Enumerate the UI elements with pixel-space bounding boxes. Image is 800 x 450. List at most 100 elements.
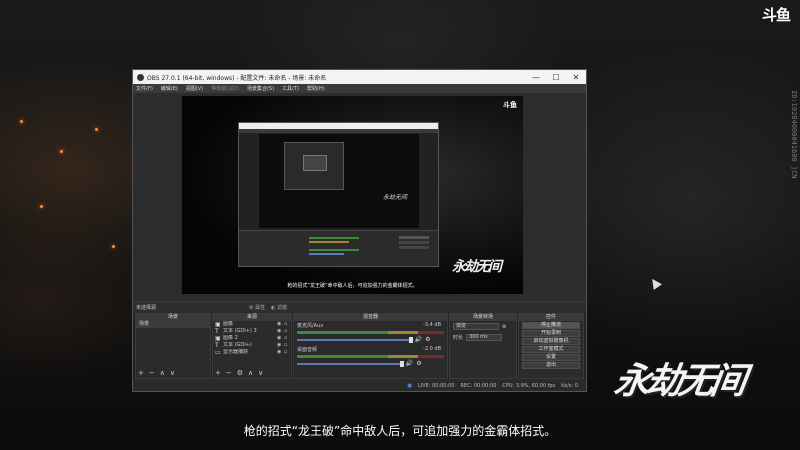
filters-button[interactable]: ◐ 滤镜 bbox=[271, 304, 287, 311]
source-item[interactable]: T 文本 (GDI+) ◉ ▫ bbox=[213, 342, 291, 349]
preview-subtitle: 枪的招式“龙王破”命中敌人后，可追加强力的金霸体招式。 bbox=[287, 283, 418, 289]
live-indicator: ■ bbox=[407, 383, 412, 389]
ember bbox=[112, 245, 115, 248]
menu-edit[interactable]: 编辑(E) bbox=[161, 85, 178, 92]
add-scene-button[interactable]: + bbox=[138, 369, 144, 377]
obs-window: OBS 27.0.1 (64-bit, windows) - 配置文件: 未命名… bbox=[132, 69, 587, 392]
speaker-icon[interactable]: 🔊 bbox=[415, 336, 422, 343]
eye-icon[interactable]: ◉ bbox=[277, 342, 284, 349]
scenes-dock: 场景 场景 + − ∧ ∨ bbox=[135, 313, 211, 379]
source-settings-button[interactable]: ⚙ bbox=[237, 369, 243, 377]
add-source-button[interactable]: + bbox=[215, 369, 221, 377]
room-id: ID:10284000041600 ]CN bbox=[790, 90, 798, 179]
douyu-watermark: 斗鱼 bbox=[761, 6, 791, 24]
scene-item[interactable]: 场景 bbox=[136, 321, 210, 328]
menu-file[interactable]: 文件(F) bbox=[136, 85, 153, 92]
gear-icon[interactable]: ⚙ bbox=[425, 336, 430, 343]
ember bbox=[40, 205, 43, 208]
obs-app-icon bbox=[137, 73, 144, 81]
preview-brand: 永劫无间 bbox=[452, 259, 502, 275]
remove-scene-button[interactable]: − bbox=[149, 369, 155, 377]
live-time: LIVE: 00:00:00 bbox=[417, 383, 455, 389]
gear-icon[interactable]: ⚙ bbox=[502, 324, 506, 330]
obs-titlebar[interactable]: OBS 27.0.1 (64-bit, windows) - 配置文件: 未命名… bbox=[133, 70, 586, 84]
rec-time: REC: 00:00:00 bbox=[460, 383, 497, 389]
controls-dock-title: 控件 bbox=[519, 314, 583, 321]
window-title: OBS 27.0.1 (64-bit, windows) - 配置文件: 未命名… bbox=[147, 74, 327, 82]
volume-knob[interactable] bbox=[408, 336, 413, 343]
audio-meter bbox=[297, 331, 444, 334]
move-scene-up-button[interactable]: ∧ bbox=[160, 369, 165, 377]
lock-icon[interactable]: ▫ bbox=[284, 335, 291, 342]
eye-icon[interactable]: ◉ bbox=[277, 321, 284, 328]
track-name: 桌面音频 bbox=[297, 347, 318, 353]
transitions-dock: 场景转场 渐变 ⚙ 时长 300 ms bbox=[449, 313, 517, 379]
move-scene-down-button[interactable]: ∨ bbox=[170, 369, 175, 377]
track-db: -2.0 dB bbox=[423, 346, 441, 352]
source-item[interactable]: ▣ 图像 2 ◉ ▫ bbox=[213, 335, 291, 342]
sources-dock: 来源 ▣ 图像 ◉ ▫ T 文本 (GDI+) 3 ◉ ▫ ▣ 图像 2 ◉ ▫… bbox=[212, 313, 292, 379]
maximize-button[interactable]: ☐ bbox=[546, 73, 566, 82]
lock-icon[interactable]: ▫ bbox=[284, 349, 291, 356]
speaker-icon[interactable]: 🔊 bbox=[406, 360, 413, 367]
subtitle: 枪的招式“龙王破”命中敌人后，可追加强力的金霸体招式。 bbox=[243, 424, 557, 438]
exit-button[interactable]: 退出 bbox=[522, 362, 580, 369]
menubar: 文件(F) 编辑(E) 视图(V) 停靠窗口(D) 场景集合(S) 工具(T) … bbox=[133, 84, 586, 93]
minimize-button[interactable]: — bbox=[526, 73, 546, 82]
ember bbox=[95, 128, 98, 131]
game-brand-logo: 永劫无间 bbox=[611, 360, 746, 402]
source-item[interactable]: ▣ 图像 ◉ ▫ bbox=[213, 321, 291, 328]
ember bbox=[20, 120, 23, 123]
kbps: kb/s: 0 bbox=[561, 383, 578, 389]
menu-tools[interactable]: 工具(T) bbox=[282, 85, 299, 92]
menu-view[interactable]: 视图(V) bbox=[186, 85, 203, 92]
source-item[interactable]: ▭ 显示器捕获 ◉ ▫ bbox=[213, 349, 291, 356]
volume-knob[interactable] bbox=[399, 360, 404, 367]
sources-dock-title: 来源 bbox=[213, 314, 291, 321]
lock-icon[interactable]: ▫ bbox=[284, 328, 291, 335]
track-name: 麦克风/Aux bbox=[297, 323, 324, 329]
eye-icon[interactable]: ◉ bbox=[277, 335, 284, 342]
volume-slider[interactable] bbox=[297, 336, 413, 343]
source-item[interactable]: T 文本 (GDI+) 3 ◉ ▫ bbox=[213, 328, 291, 335]
duration-label: 时长 bbox=[453, 335, 464, 341]
menu-docks[interactable]: 停靠窗口(D) bbox=[211, 85, 239, 92]
eye-icon[interactable]: ◉ bbox=[277, 349, 284, 356]
properties-button[interactable]: ⚙ 属性 bbox=[249, 304, 265, 311]
studio-mode-button[interactable]: 工作室模式 bbox=[522, 346, 580, 353]
close-button[interactable]: ✕ bbox=[566, 73, 586, 82]
lock-icon[interactable]: ▫ bbox=[284, 321, 291, 328]
lock-icon[interactable]: ▫ bbox=[284, 342, 291, 349]
preview-douyu-watermark: 斗鱼 bbox=[503, 101, 517, 109]
move-source-down-button[interactable]: ∨ bbox=[258, 369, 263, 377]
start-recording-button[interactable]: 开始录制 bbox=[522, 330, 580, 337]
track-db: -3.4 dB bbox=[423, 322, 441, 328]
mixer-dock: 混音器 麦克风/Aux -3.4 dB 🔊 ⚙ 桌面音频 -2.0 dB 🔊 ⚙ bbox=[293, 313, 448, 379]
controls-dock: 控件 停止推流 开始录制 启动虚拟摄像机 工作室模式 设置 退出 bbox=[518, 313, 584, 379]
audio-meter bbox=[297, 355, 444, 358]
gear-icon[interactable]: ⚙ bbox=[416, 360, 421, 367]
nested-obs-capture: 永劫无间 bbox=[238, 122, 439, 267]
preview-canvas[interactable]: 斗鱼 永劫无间 永劫无间 枪的招式“龙王破”命中敌人后，可追加强力的金霸体招式。 bbox=[182, 96, 523, 294]
menu-help[interactable]: 帮助(H) bbox=[307, 85, 325, 92]
scenes-dock-title: 场景 bbox=[136, 314, 210, 321]
transition-select[interactable]: 渐变 bbox=[453, 323, 499, 330]
source-toolbar: 未选择源 ⚙ 属性 ◐ 滤镜 bbox=[133, 301, 586, 312]
remove-source-button[interactable]: − bbox=[226, 369, 232, 377]
stop-streaming-button[interactable]: 停止推流 bbox=[522, 322, 580, 329]
virtual-camera-button[interactable]: 启动虚拟摄像机 bbox=[522, 338, 580, 345]
duration-input[interactable]: 300 ms bbox=[466, 334, 503, 341]
mixer-dock-title: 混音器 bbox=[294, 314, 447, 321]
mixer-track-desktop: 桌面音频 -2.0 dB 🔊 ⚙ bbox=[294, 345, 447, 369]
move-source-up-button[interactable]: ∧ bbox=[248, 369, 253, 377]
menu-scene-collection[interactable]: 场景集合(S) bbox=[247, 85, 274, 92]
transitions-dock-title: 场景转场 bbox=[450, 314, 516, 321]
preview-area[interactable]: 斗鱼 永劫无间 永劫无间 枪的招式“龙王破”命中敌人后，可追加强力的金霸体招式。 bbox=[133, 93, 586, 301]
settings-button[interactable]: 设置 bbox=[522, 354, 580, 361]
volume-slider[interactable] bbox=[297, 360, 404, 367]
no-source-label: 未选择源 bbox=[136, 304, 157, 311]
eye-icon[interactable]: ◉ bbox=[277, 328, 284, 335]
ember bbox=[60, 150, 63, 153]
status-bar: ■ LIVE: 00:00:00 REC: 00:00:00 CPU: 3.9%… bbox=[133, 381, 586, 391]
mixer-track-mic: 麦克风/Aux -3.4 dB 🔊 ⚙ bbox=[294, 321, 447, 345]
